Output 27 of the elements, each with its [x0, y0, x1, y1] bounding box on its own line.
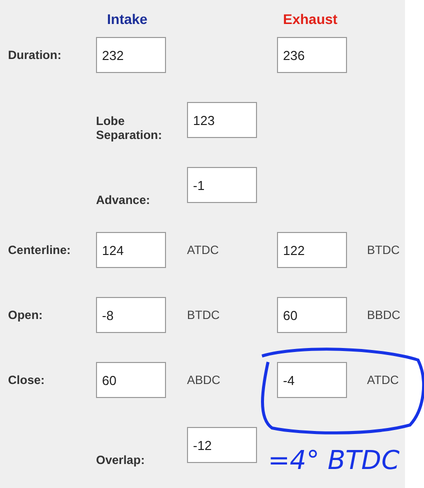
input-field[interactable]: -4 [277, 362, 347, 398]
row-label: Duration: [7, 48, 62, 62]
column-header: Exhaust [282, 10, 338, 28]
unit-label: ATDC [187, 243, 220, 257]
input-field[interactable]: -1 [187, 167, 257, 203]
input-field[interactable]: 124 [96, 232, 166, 268]
input-field[interactable]: 60 [277, 297, 347, 333]
unit-label: ABDC [187, 373, 222, 387]
input-field[interactable]: -8 [96, 297, 166, 333]
input-field[interactable]: 123 [187, 102, 257, 138]
row-label: Close: [7, 373, 46, 387]
column-header: Intake [106, 10, 148, 28]
unit-label: BBDC [367, 308, 402, 322]
row-label: Open: [7, 308, 44, 322]
row-label: Lobe Separation: [96, 114, 164, 142]
unit-label: BTDC [187, 308, 221, 322]
input-field[interactable]: 232 [96, 37, 166, 73]
unit-label: BTDC [367, 243, 401, 257]
row-label: Centerline: [7, 243, 72, 257]
handwritten-note: =4° BTDC [268, 446, 400, 476]
input-field[interactable]: -12 [187, 427, 257, 463]
input-field[interactable]: 60 [96, 362, 166, 398]
unit-label: ATDC [367, 373, 400, 387]
input-field[interactable]: 236 [277, 37, 347, 73]
row-label: Overlap: [96, 453, 146, 467]
row-label: Advance: [96, 193, 152, 207]
input-field[interactable]: 122 [277, 232, 347, 268]
